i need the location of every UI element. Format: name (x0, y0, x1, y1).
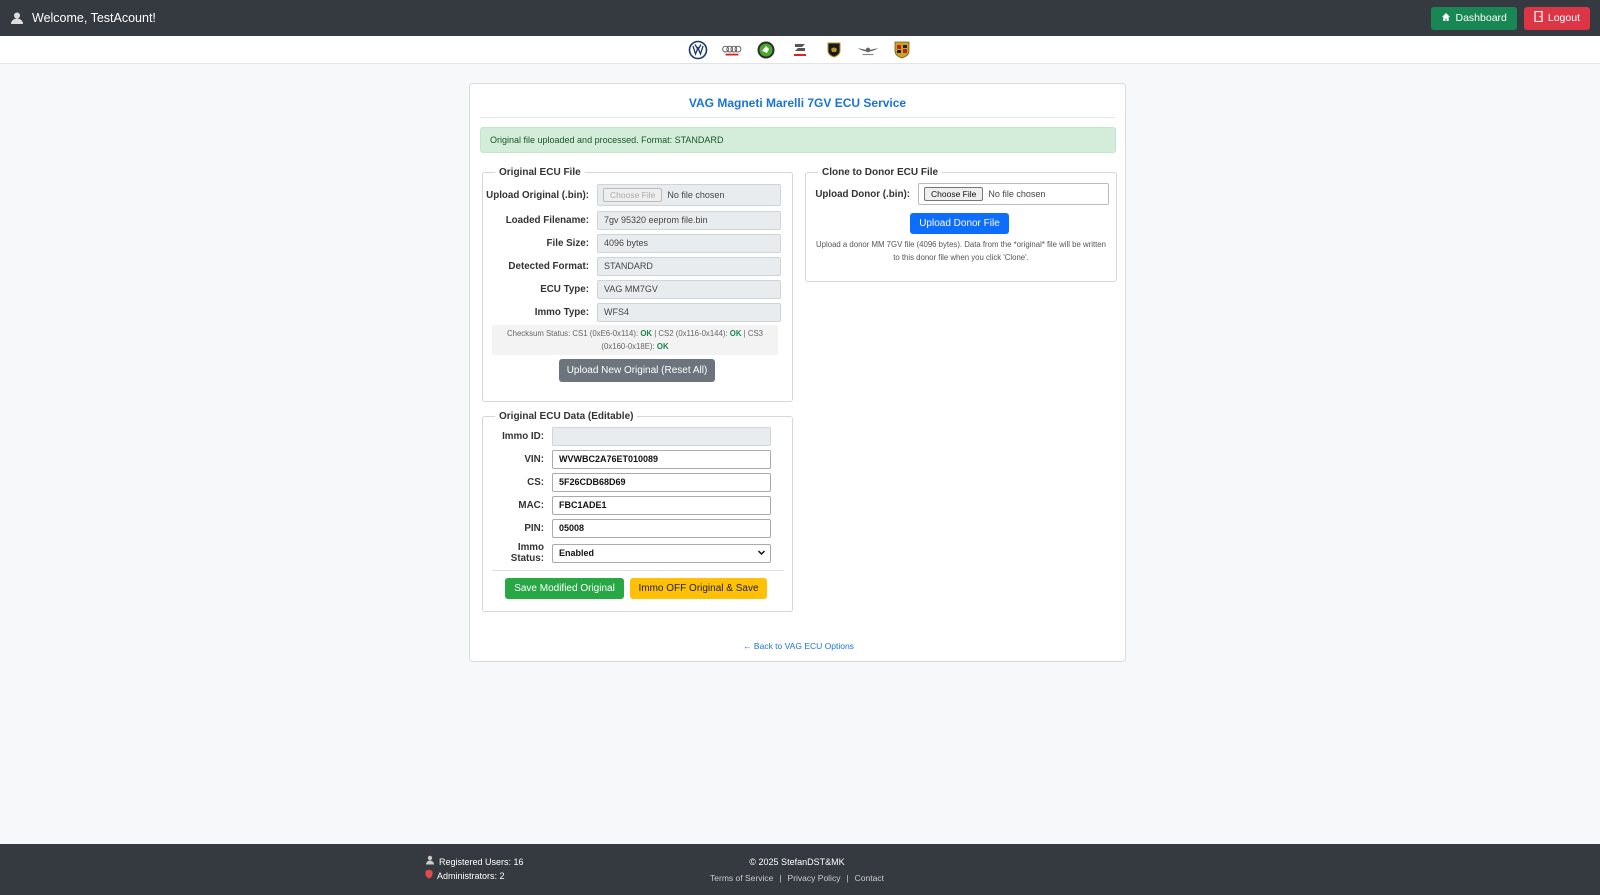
lamborghini-logo[interactable] (823, 39, 845, 61)
upload-donor-row: Upload Donor (.bin): Choose File No file… (805, 183, 1109, 205)
cs1-ok-badge: OK (640, 329, 653, 338)
immo-status-value: Enabled (559, 547, 595, 558)
upload-donor-button[interactable]: Upload Donor File (910, 213, 1009, 234)
skoda-logo[interactable] (755, 39, 777, 61)
privacy-link[interactable]: Privacy Policy (788, 873, 841, 883)
footer: Registered Users: 16 Administrators: 2 ©… (0, 844, 1600, 895)
upload-donor-label: Upload Donor (.bin): (815, 188, 910, 200)
page-title: VAG Magneti Marelli 7GV ECU Service (480, 92, 1115, 118)
upload-original-label: Upload Original (.bin): (486, 189, 589, 201)
footer-separator: | (846, 873, 849, 883)
immo-id-field (552, 427, 771, 446)
site-stats: Registered Users: 16 Administrators: 2 (425, 855, 524, 883)
cs2-ok-badge: OK (729, 329, 742, 338)
porsche-logo[interactable] (891, 39, 913, 61)
mac-row: MAC: FBC1ADE1 (482, 496, 771, 515)
vin-row: VIN: WVWBC2A76ET010089 (482, 450, 771, 469)
immo-off-save-button[interactable]: Immo OFF Original & Save (630, 578, 767, 599)
upload-original-file-input[interactable]: Choose File No file chosen (597, 184, 781, 206)
pin-input[interactable]: 05008 (552, 519, 771, 538)
detected-format-label: Detected Format: (508, 261, 589, 272)
checksum-cs2-text: | CS2 (0x116-0x144): (654, 329, 728, 338)
cs-label: CS: (527, 477, 544, 488)
welcome-text: Welcome, TestAcount! (32, 11, 156, 25)
vin-input[interactable]: WVWBC2A76ET010089 (552, 450, 771, 469)
brand-bar (0, 36, 1600, 64)
footer-separator: | (779, 873, 782, 883)
loaded-filename-label: Loaded Filename: (505, 215, 589, 226)
copyright-text: © 2025 StefanDST&MK (749, 857, 845, 867)
shield-icon (425, 869, 433, 883)
dashboard-label: Dashboard (1455, 12, 1507, 24)
no-file-chosen-text: No file chosen (667, 190, 725, 200)
immo-type-label: Immo Type: (534, 307, 589, 318)
immo-status-label: Immo Status: (510, 542, 544, 564)
donor-ecu-file-legend: Clone to Donor ECU File (822, 167, 939, 178)
ecu-service-card: VAG Magneti Marelli 7GV ECU Service Orig… (469, 83, 1126, 662)
success-alert: Original file uploaded and processed. Fo… (480, 127, 1116, 153)
door-icon (1534, 10, 1543, 25)
chevron-down-icon (757, 546, 766, 563)
footer-links: Terms of Service | Privacy Policy | Contact (697, 870, 897, 886)
upload-original-row: Upload Original (.bin): Choose File No f… (482, 184, 781, 206)
original-ecu-file-legend: Original ECU File (499, 167, 581, 178)
ecu-type-field: VAG MM7GV (597, 280, 781, 299)
immo-id-row: Immo ID: (482, 427, 771, 446)
ecu-data-legend: Original ECU Data (Editable) (499, 411, 634, 422)
checksum-cs1-text: Checksum Status: CS1 (0xE6-0x114): (506, 329, 639, 338)
divider (492, 570, 784, 571)
logout-button[interactable]: Logout (1523, 6, 1590, 30)
file-size-row: File Size: 4096 bytes (482, 234, 781, 253)
top-navbar: Welcome, TestAcount! Dashboard Logout (0, 0, 1600, 36)
save-modified-original-button[interactable]: Save Modified Original (505, 578, 624, 599)
home-icon (1441, 12, 1451, 25)
back-to-vag-options-link[interactable]: ← Back to VAG ECU Options (470, 641, 1127, 651)
cs-row: CS: 5F26CDB68D69 (482, 473, 771, 492)
dashboard-button[interactable]: Dashboard (1430, 6, 1517, 30)
audi-logo[interactable] (721, 39, 743, 61)
loaded-filename-field: 7gv 95320 eeprom file.bin (597, 211, 781, 230)
choose-file-button[interactable]: Choose File (603, 188, 663, 202)
detected-format-field: STANDARD (597, 257, 781, 276)
contact-link[interactable]: Contact (855, 873, 884, 883)
footer-center: © 2025 StefanDST&MK Terms of Service | Pri… (697, 854, 897, 886)
immo-type-field: WFS4 (597, 303, 781, 322)
donor-help-text: Upload a donor MM 7GV file (4096 bytes).… (816, 240, 1106, 262)
checksum-status: Checksum Status: CS1 (0xE6-0x114): OK | … (492, 325, 778, 355)
vin-label: VIN: (524, 454, 544, 465)
mac-input[interactable]: FBC1ADE1 (552, 496, 771, 515)
immo-id-label: Immo ID: (502, 431, 544, 442)
users-icon (425, 855, 435, 869)
bentley-logo[interactable] (857, 39, 879, 61)
pin-label: PIN: (524, 523, 544, 534)
file-size-field: 4096 bytes (597, 234, 781, 253)
cs-input[interactable]: 5F26CDB68D69 (552, 473, 771, 492)
immo-type-row: Immo Type: WFS4 (482, 303, 781, 322)
administrators-row: Administrators: 2 (425, 869, 524, 883)
upload-donor-file-input[interactable]: Choose File No file chosen (918, 183, 1109, 205)
volkswagen-logo[interactable] (687, 39, 709, 61)
donor-no-file-chosen-text: No file chosen (988, 189, 1046, 199)
donor-choose-file-button[interactable]: Choose File (924, 187, 984, 201)
reset-all-button[interactable]: Upload New Original (Reset All) (559, 359, 715, 382)
registered-users-text: Registered Users: 16 (439, 857, 524, 867)
ecu-type-row: ECU Type: VAG MM7GV (482, 280, 781, 299)
mac-label: MAC: (518, 500, 544, 511)
loaded-filename-row: Loaded Filename: 7gv 95320 eeprom file.b… (482, 211, 781, 230)
file-size-label: File Size: (546, 238, 589, 249)
pin-row: PIN: 05008 (482, 519, 771, 538)
seat-logo[interactable] (789, 39, 811, 61)
detected-format-row: Detected Format: STANDARD (482, 257, 781, 276)
registered-users-row: Registered Users: 16 (425, 855, 524, 869)
terms-link[interactable]: Terms of Service (710, 873, 773, 883)
logout-label: Logout (1547, 12, 1580, 24)
ecu-type-label: ECU Type: (540, 284, 589, 295)
administrators-text: Administrators: 2 (437, 871, 505, 881)
user-icon (10, 11, 24, 25)
immo-status-row: Immo Status: Enabled (482, 542, 771, 564)
cs3-ok-badge: OK (656, 342, 669, 351)
immo-status-select[interactable]: Enabled (552, 543, 771, 563)
